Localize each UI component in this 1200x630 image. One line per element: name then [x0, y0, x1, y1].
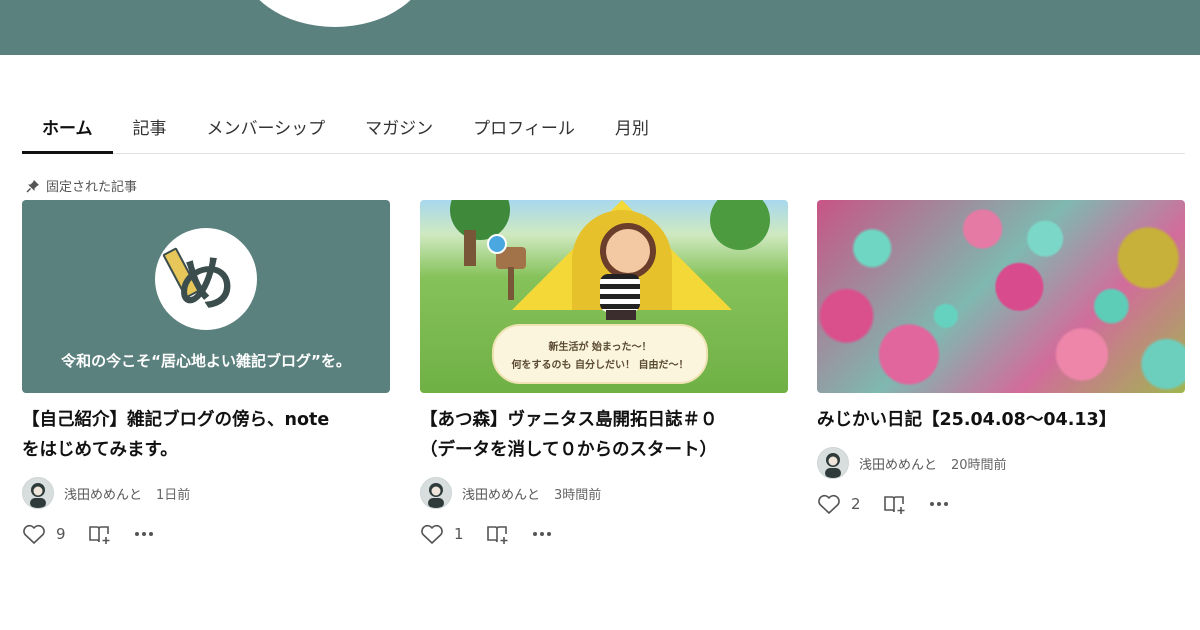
article-card[interactable]: 新生活が 始まった～！ 何をするのも 自分しだい！ 自由だ～！ 【あつ森】ヴァニ… — [420, 200, 788, 545]
tab-articles[interactable]: 記事 — [133, 100, 167, 153]
post-time: 20時間前 — [951, 457, 1007, 473]
article-card[interactable]: みじかい日記【25.04.08～04.13】 浅田めめんと 20時間前 2 — [817, 200, 1185, 515]
tab-membership[interactable]: メンバーシップ — [207, 100, 326, 153]
post-time: 3時間前 — [554, 487, 602, 503]
title-line: 【自己紹介】雑記ブログの傍ら、note — [22, 410, 330, 430]
tree-trunk — [464, 230, 476, 266]
heart-icon[interactable] — [817, 493, 841, 515]
character-body — [600, 274, 640, 312]
like-count: 2 — [851, 495, 861, 513]
more-icon[interactable] — [532, 531, 552, 537]
logo-character: め — [176, 250, 235, 318]
article-title[interactable]: 【自己紹介】雑記ブログの傍ら、note をはじめてみます。 — [22, 405, 390, 465]
character-head — [600, 223, 656, 279]
author-avatar[interactable] — [420, 477, 452, 509]
article-thumbnail[interactable]: 新生活が 始まった～！ 何をするのも 自分しだい！ 自由だ～！ — [420, 200, 788, 393]
heart-icon[interactable] — [22, 523, 46, 545]
profile-tabs: ホーム 記事 メンバーシップ マガジン プロフィール 月別 — [22, 100, 1185, 154]
article-title[interactable]: 【あつ森】ヴァニタス島開拓日誌＃０ （データを消して０からのスタート） — [420, 405, 788, 465]
dialog-line: 何をするのも 自分しだい！ 自由だ～！ — [511, 360, 689, 371]
article-meta: 浅田めめんと 1日前 — [22, 477, 390, 509]
add-to-magazine-icon[interactable] — [88, 523, 112, 545]
article-thumbnail[interactable] — [817, 200, 1185, 393]
author-avatar[interactable] — [22, 477, 54, 509]
pinned-articles-label: 固定された記事 — [26, 176, 137, 195]
character-legs — [606, 310, 636, 320]
dialog-line: 新生活が 始まった～！ — [548, 342, 652, 353]
heart-icon[interactable] — [420, 523, 444, 545]
title-line: 【あつ森】ヴァニタス島開拓日誌＃０ — [420, 410, 718, 430]
tab-profile[interactable]: プロフィール — [473, 100, 575, 153]
author-avatar[interactable] — [817, 447, 849, 479]
title-line: （データを消して０からのスタート） — [420, 440, 717, 460]
add-to-magazine-icon[interactable] — [486, 523, 510, 545]
post-time: 1日前 — [156, 487, 191, 503]
tab-home[interactable]: ホーム — [22, 100, 113, 154]
header-banner — [0, 0, 1200, 55]
title-line: みじかい日記【25.04.08～04.13】 — [817, 410, 1117, 430]
game-dialog: 新生活が 始まった～！ 何をするのも 自分しだい！ 自由だ～！ — [492, 324, 708, 384]
author-name[interactable]: 浅田めめんと — [64, 484, 142, 503]
article-thumbnail[interactable]: め 令和の今こそ“居心地よい雑記ブログ”を。 — [22, 200, 390, 393]
mailbox-post — [508, 267, 514, 300]
tab-magazines[interactable]: マガジン — [365, 100, 433, 153]
thumbnail-slogan: 令和の今こそ“居心地よい雑記ブログ”を。 — [61, 352, 351, 370]
article-actions: 2 — [817, 493, 1185, 515]
title-line: をはじめてみます。 — [22, 440, 178, 460]
author-name[interactable]: 浅田めめんと — [462, 484, 540, 503]
add-to-magazine-icon[interactable] — [883, 493, 907, 515]
more-icon[interactable] — [929, 501, 949, 507]
blog-logo: め — [155, 228, 257, 330]
more-icon[interactable] — [134, 531, 154, 537]
like-count: 9 — [56, 525, 66, 543]
author-name[interactable]: 浅田めめんと — [859, 454, 937, 473]
like-count: 1 — [454, 525, 464, 543]
article-card[interactable]: め 令和の今こそ“居心地よい雑記ブログ”を。 【自己紹介】雑記ブログの傍ら、no… — [22, 200, 390, 545]
article-title[interactable]: みじかい日記【25.04.08～04.13】 — [817, 405, 1185, 435]
article-meta: 浅田めめんと 3時間前 — [420, 477, 788, 509]
tab-monthly[interactable]: 月別 — [615, 100, 649, 153]
article-meta: 浅田めめんと 20時間前 — [817, 447, 1185, 479]
notification-bubble — [487, 234, 507, 254]
pin-icon — [26, 179, 39, 193]
article-actions: 1 — [420, 523, 788, 545]
profile-avatar[interactable] — [240, 0, 430, 27]
article-actions: 9 — [22, 523, 390, 545]
pinned-label-text: 固定された記事 — [46, 180, 138, 195]
